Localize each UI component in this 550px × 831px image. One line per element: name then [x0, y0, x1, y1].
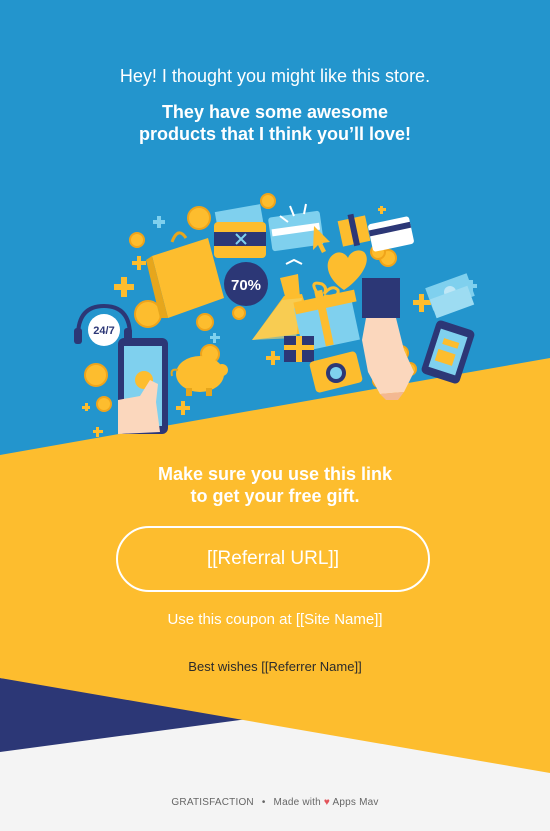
- pitch-line-2: products that I think you’ll love!: [138, 124, 411, 144]
- footer-separator: •: [261, 797, 266, 808]
- wallet-icon: [214, 204, 266, 258]
- small-gift-icon: [284, 336, 314, 362]
- svg-text:70%: 70%: [231, 277, 261, 294]
- greeting-text: Hey! I thought you might like this store…: [119, 66, 431, 86]
- heart-icon: ♥: [323, 797, 331, 808]
- discount-badge: 70%: [224, 262, 268, 306]
- footer-made-with: Made with: [273, 797, 321, 808]
- pitch-line-1: They have some awesome: [161, 102, 389, 122]
- instruction-line-2: to get your free gift.: [190, 486, 360, 506]
- referral-url-button[interactable]: [[Referral URL]]: [116, 526, 430, 592]
- sign-off-text: Best wishes [[Referrer Name]]: [188, 659, 362, 674]
- footer-brand[interactable]: GRATISFACTION: [171, 797, 253, 808]
- footer: GRATISFACTION • Made with ♥ Apps Mav: [0, 797, 550, 808]
- mobile-phone-icon: [118, 338, 168, 434]
- instruction-text: Make sure you use this link to get your …: [0, 463, 550, 507]
- footer-maker[interactable]: Apps Mav: [333, 797, 379, 808]
- pitch-text: They have some awesome products that I t…: [0, 101, 550, 145]
- svg-text:24/7: 24/7: [93, 325, 114, 337]
- instruction-line-1: Make sure you use this link: [157, 464, 393, 484]
- coupon-text: Use this coupon at [[Site Name]]: [167, 611, 383, 628]
